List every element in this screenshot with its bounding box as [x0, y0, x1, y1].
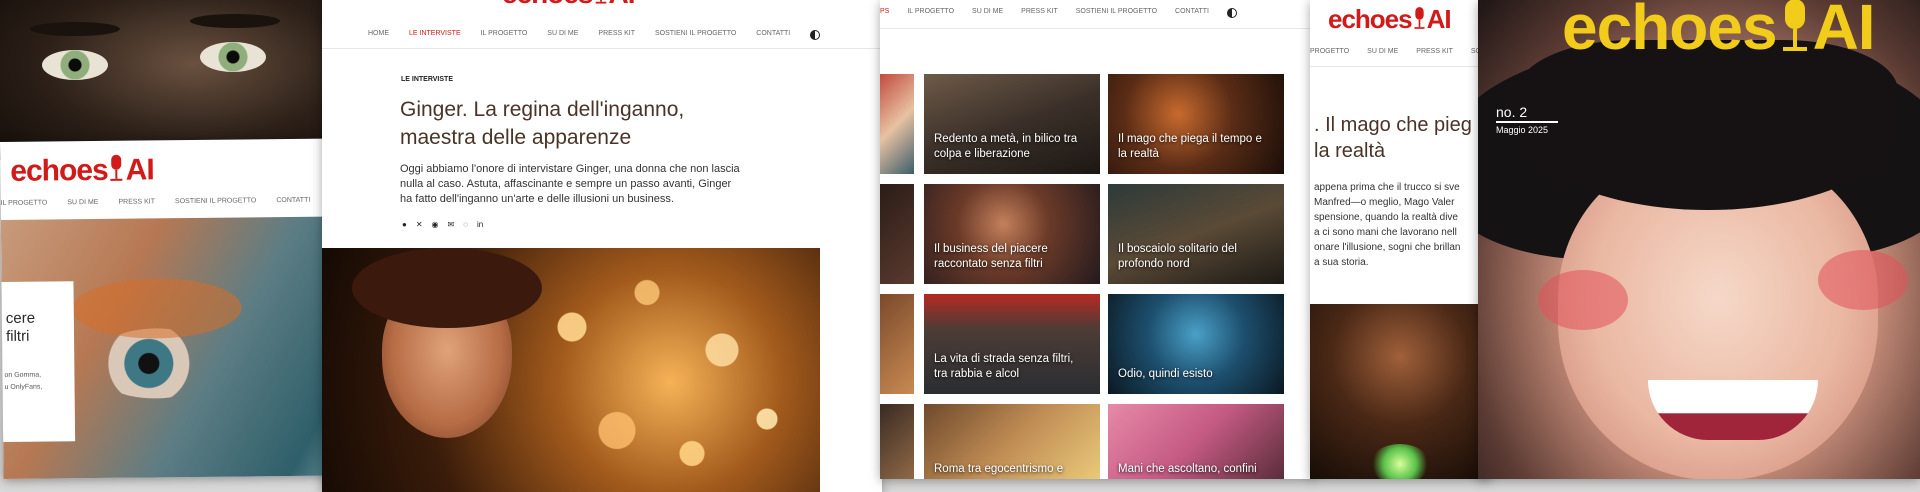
email-icon[interactable]: ✉ — [448, 220, 455, 229]
interview-tile[interactable]: Odio, quindi esisto — [1108, 294, 1284, 394]
header-divider — [880, 28, 1314, 29]
issue-info: no. 2 Maggio 2025 — [1496, 104, 1558, 135]
brow-left — [30, 22, 120, 36]
tile-caption[interactable]: Mani che ascoltano, confini — [1118, 462, 1276, 477]
nav-item[interactable]: PROGETTO — [1310, 48, 1349, 55]
theme-toggle-icon[interactable] — [810, 30, 821, 40]
header-divider — [322, 48, 882, 49]
nav-item[interactable]: PRESS KIT — [118, 198, 155, 208]
intro-card: cere filtri on Gomma, u OnlyFans, — [1, 281, 76, 442]
interview-grid-panel: PS IL PROGETTO SU DI ME PRESS KIT SOSTIE… — [880, 0, 1314, 479]
nav-item[interactable]: PS — [880, 8, 889, 18]
nav-interviste[interactable]: LE INTERVISTE — [409, 30, 461, 40]
eye-left — [42, 50, 108, 80]
whatsapp-icon[interactable]: ◌ — [463, 220, 468, 229]
nav-item[interactable]: SU DI ME — [1367, 48, 1398, 55]
nav-item[interactable]: PRESS KIT — [1021, 8, 1058, 18]
grid-nav: PS IL PROGETTO SU DI ME PRESS KIT SOSTIE… — [880, 8, 1237, 18]
nav-sostieni[interactable]: SOSTIENI IL PROGETTO — [655, 30, 736, 40]
interview-tile[interactable]: Roma tra egocentrismo e — [924, 404, 1100, 479]
microphone-icon — [108, 153, 126, 191]
category-label[interactable]: LE INTERVISTE — [401, 76, 453, 83]
nav-item[interactable]: CONTATTI — [276, 197, 310, 207]
interview-tile[interactable]: Mani che ascoltano, confini — [1108, 404, 1284, 479]
card-text: on Gomma, u OnlyFans, — [4, 371, 43, 391]
nav-item[interactable]: IL PROGETTO — [1, 200, 48, 210]
card-heading: cere filtri — [5, 309, 36, 345]
eye-right — [200, 42, 266, 72]
interview-tile[interactable]: La vita di strada senza filtri, tra rabbi… — [924, 294, 1100, 394]
ginger-hero-photo — [322, 248, 820, 492]
nav-item[interactable]: SU DI ME — [67, 199, 98, 209]
glowing-orb — [1370, 444, 1430, 479]
bokeh-lights — [512, 258, 812, 488]
nav-home[interactable]: HOME — [368, 30, 389, 40]
header-divider — [1310, 66, 1490, 67]
share-buttons: ● ✕ ◉ ✉ ◌ in — [402, 220, 483, 229]
nav-item[interactable]: SU DI ME — [972, 8, 1003, 18]
tile-caption[interactable]: La vita di strada senza filtri, tra rabbi… — [934, 352, 1092, 382]
orange-eyeshadow — [71, 277, 243, 340]
ginger-hair — [352, 248, 542, 328]
mago-article-panel: echoes AI PROGETTO SU DI ME PRESS KIT SO… — [1310, 0, 1490, 479]
interview-tile[interactable]: Il mago che piega il tempo e la realtà — [1108, 74, 1284, 174]
reddit-icon[interactable]: ◉ — [432, 220, 439, 229]
microphone-icon — [593, 0, 609, 13]
interview-tile[interactable]: Il business del piacere raccontato senza … — [924, 184, 1100, 284]
nav-progetto[interactable]: IL PROGETTO — [481, 30, 528, 40]
article-title: Ginger. La regina dell'inganno, maestra … — [400, 98, 685, 149]
nav-su-di-me[interactable]: SU DI ME — [547, 30, 578, 40]
mago-photo — [1310, 304, 1490, 479]
magazine-cover: echoes AI no. 2 Maggio 2025 — [1478, 0, 1920, 479]
microphone-icon — [1777, 0, 1813, 71]
nav-item[interactable]: PRESS KIT — [1416, 48, 1453, 55]
site-logo[interactable]: echoes AI — [502, 0, 636, 13]
partial-tile[interactable] — [880, 74, 914, 174]
magazine-logo[interactable]: echoes AI — [1562, 0, 1876, 71]
cheek-blush-right — [1818, 250, 1908, 310]
nav-item[interactable]: IL PROGETTO — [907, 8, 954, 18]
tile-caption[interactable]: Il business del piacere raccontato senza … — [934, 242, 1092, 272]
mago-body: appena prima che il trucco si sve Manfre… — [1314, 182, 1461, 268]
mago-title: . Il mago che pieg la realtà — [1314, 114, 1472, 162]
mago-nav: PROGETTO SU DI ME PRESS KIT SO — [1310, 48, 1481, 55]
microphone-icon — [1412, 5, 1427, 38]
tile-caption[interactable]: Roma tra egocentrismo e — [934, 462, 1092, 477]
tile-caption[interactable]: Il mago che piega il tempo e la realtà — [1118, 132, 1276, 162]
brow-right — [190, 14, 280, 28]
nav-press-kit[interactable]: PRESS KIT — [598, 30, 635, 40]
article-intro: Oggi abbiamo l'onore di intervistare Gin… — [400, 163, 740, 205]
facebook-icon[interactable]: ● — [402, 220, 407, 229]
partial-tile[interactable] — [880, 294, 914, 394]
site-logo[interactable]: echoes AI — [1328, 4, 1452, 38]
tile-caption[interactable]: Il boscaiolo solitario del profondo nord — [1118, 242, 1276, 272]
interview-tile[interactable]: Il boscaiolo solitario del profondo nord — [1108, 184, 1284, 284]
issue-number: no. 2 — [1496, 104, 1528, 120]
issue-underline — [1496, 121, 1558, 123]
x-icon[interactable]: ✕ — [416, 220, 423, 229]
issue-date: Maggio 2025 — [1496, 125, 1549, 135]
nav-item[interactable]: SOSTIENI IL PROGETTO — [175, 197, 256, 208]
tile-caption[interactable]: Redento a metà, in bilico tra colpa e lib… — [934, 132, 1092, 162]
eye-closeup — [89, 327, 221, 400]
nav-item[interactable]: SOSTIENI IL PROGETTO — [1076, 8, 1157, 18]
site-logo[interactable]: echoes AI — [10, 152, 154, 191]
tile-caption[interactable]: Odio, quindi esisto — [1118, 367, 1276, 382]
cheek-blush-left — [1538, 270, 1628, 330]
theme-toggle-icon[interactable] — [1227, 8, 1237, 18]
nav-contatti[interactable]: CONTATTI — [756, 30, 790, 40]
article-panel: echoes AI HOME LE INTERVISTE IL PROGETTO… — [322, 0, 882, 492]
eyes-photo — [0, 0, 322, 160]
linkedin-icon[interactable]: in — [477, 220, 483, 229]
partial-tile[interactable] — [880, 404, 914, 479]
nav-item[interactable]: CONTATTI — [1175, 8, 1209, 18]
left-nav: IL PROGETTO SU DI ME PRESS KIT SOSTIENI … — [1, 196, 341, 210]
partial-tile[interactable] — [880, 184, 914, 284]
interview-tile[interactable]: Redento a metà, in bilico tra colpa e lib… — [924, 74, 1100, 174]
main-nav: HOME LE INTERVISTE IL PROGETTO SU DI ME … — [368, 30, 821, 40]
